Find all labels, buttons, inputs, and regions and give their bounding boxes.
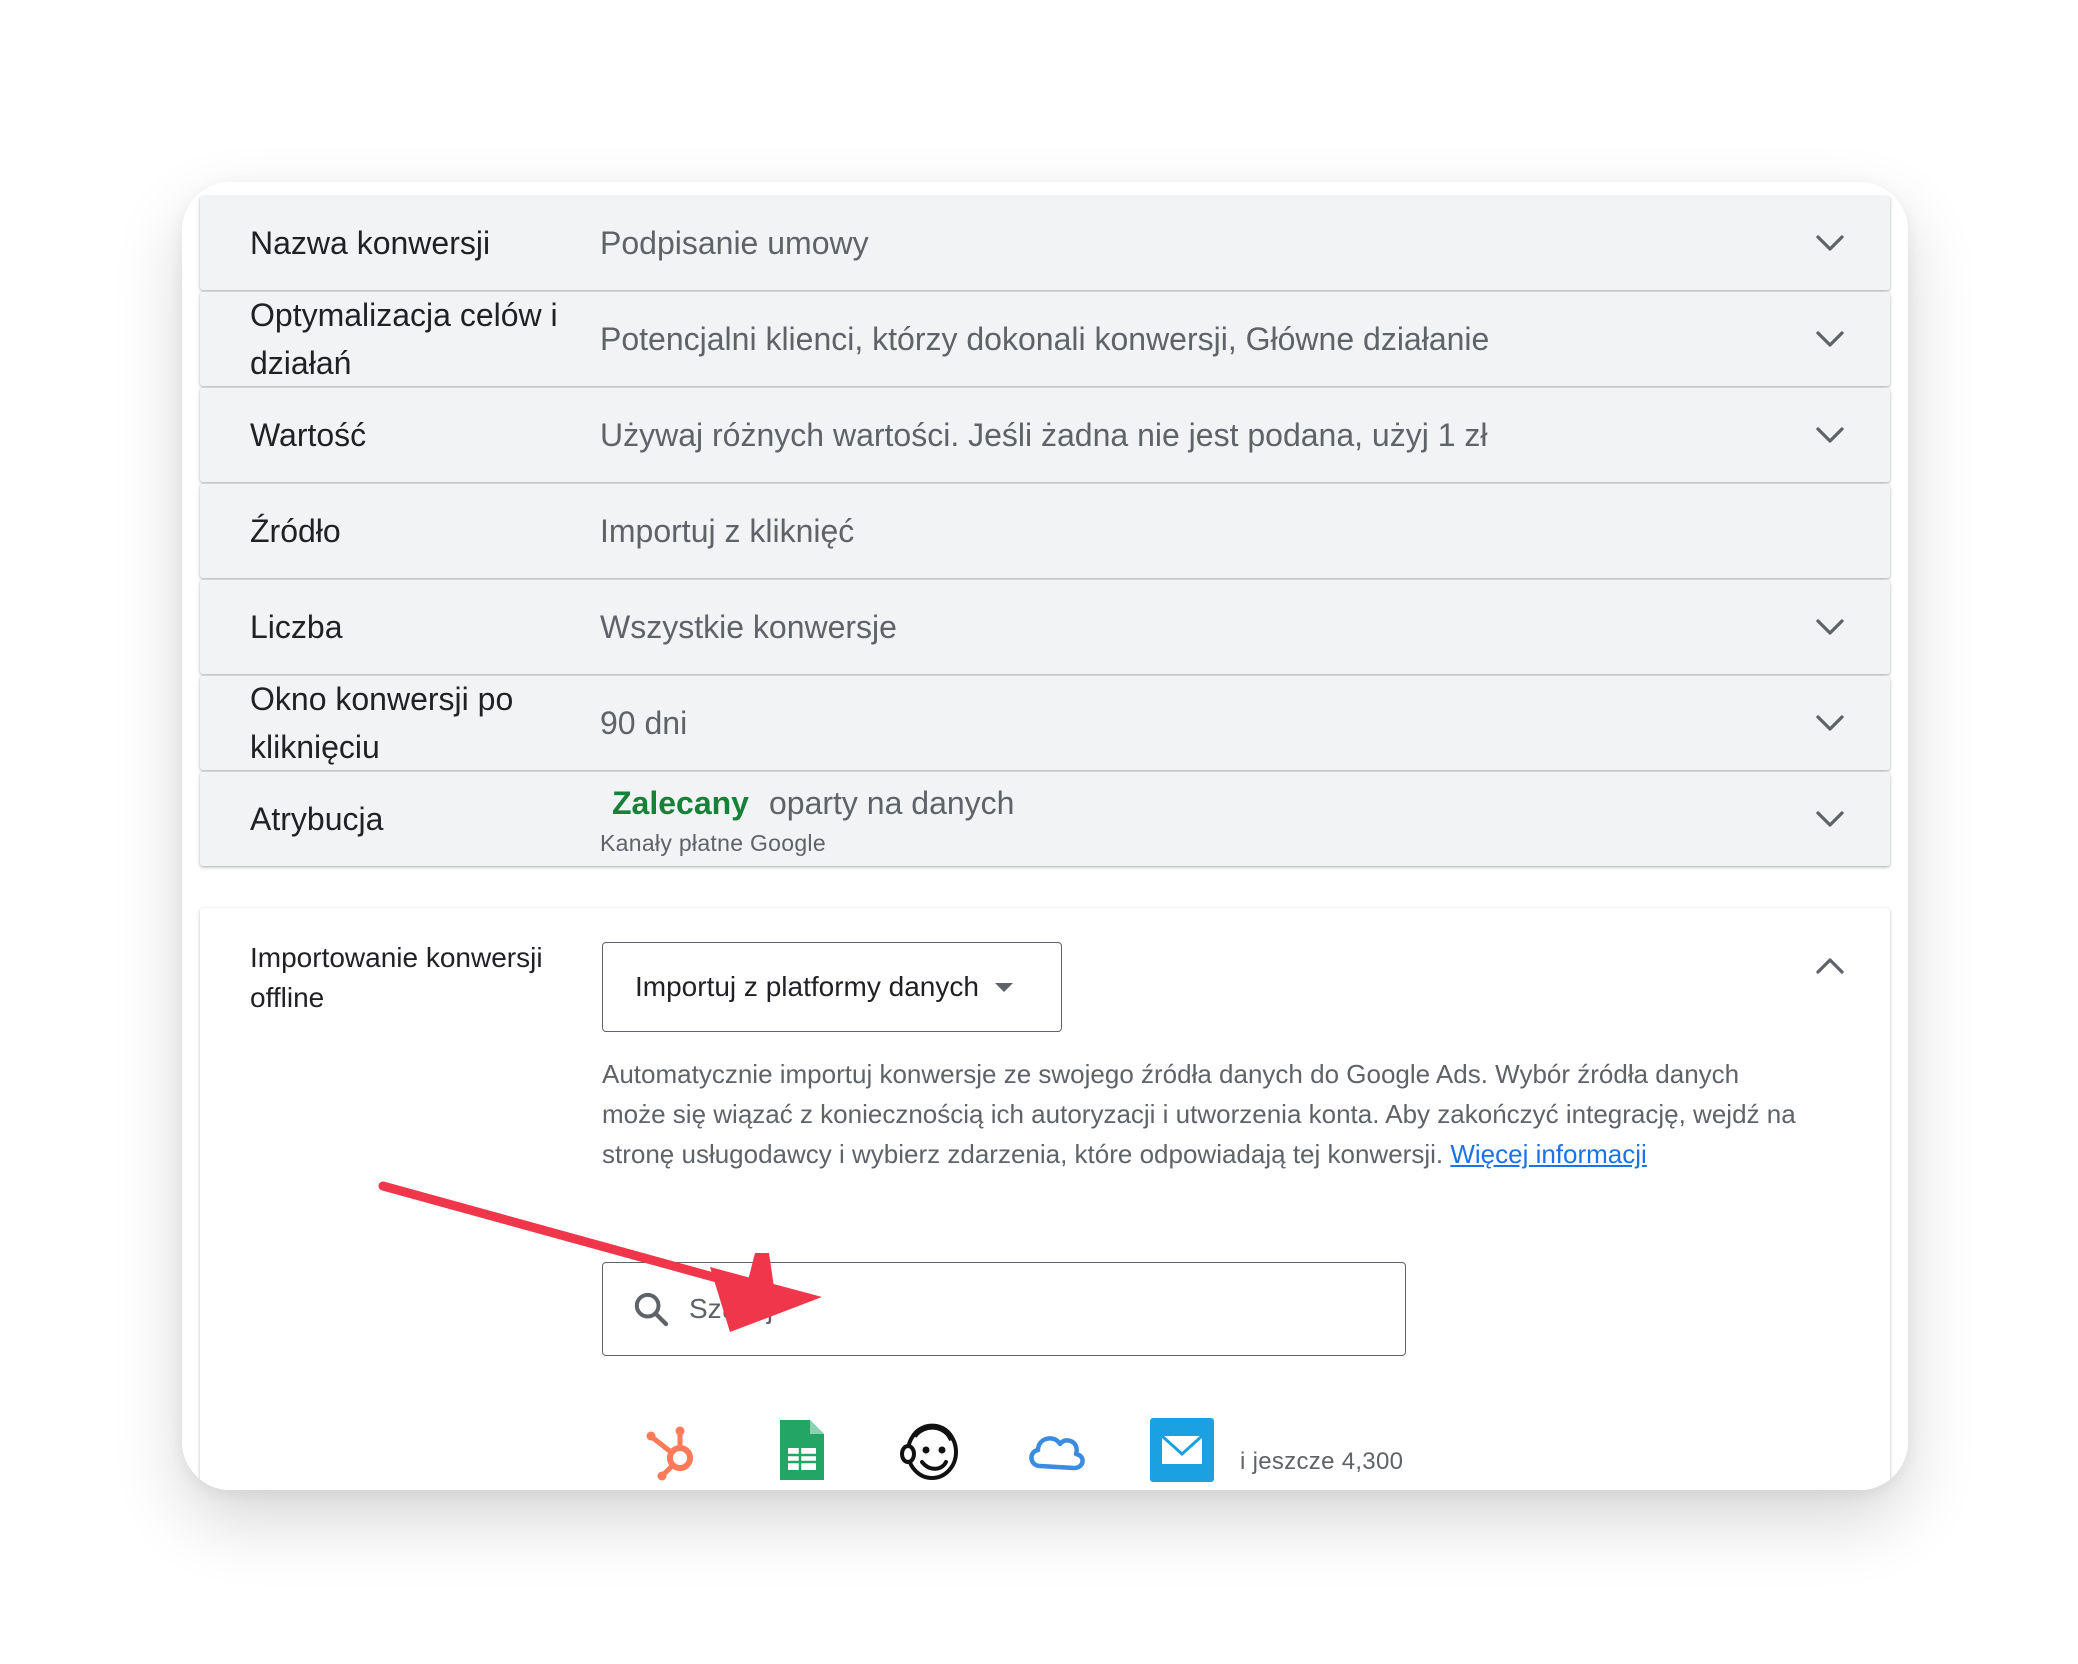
row-value: Importuj z kliknięć <box>600 512 855 549</box>
row-value: Wszystkie konwersje <box>600 608 897 645</box>
more-integrations-text: i jeszcze 4,300 <box>1240 1448 1404 1475</box>
chevron-down-icon[interactable] <box>1812 225 1848 261</box>
row-count[interactable]: Liczba Wszystkie konwersje <box>200 580 1890 674</box>
chevron-down-icon[interactable] <box>1812 705 1848 741</box>
row-value: Podpisanie umowy <box>600 224 869 261</box>
search-input[interactable] <box>687 1277 1381 1341</box>
chevron-up-icon[interactable] <box>1812 948 1848 984</box>
offline-import-label: Importowanie konwersji offline <box>250 942 543 1013</box>
data-source-dropdown[interactable]: Importuj z platformy danych <box>602 942 1062 1032</box>
row-attribution[interactable]: Atrybucja Zalecany oparty na danych Kana… <box>200 772 1890 866</box>
dropdown-value: Importuj z platformy danych <box>635 971 979 1002</box>
google-sheets-logo[interactable] <box>766 1416 834 1484</box>
row-goal-optimization[interactable]: Optymalizacja celów i działań Potencjaln… <box>200 292 1890 386</box>
conversion-settings-card: Nazwa konwersji Podpisanie umowy Optymal… <box>182 182 1908 1490</box>
row-click-through-window[interactable]: Okno konwersji po kliknięciu 90 dni <box>200 676 1890 770</box>
attribution-subtext: Kanały płatne Google <box>600 830 826 856</box>
row-label: Liczba <box>250 609 343 645</box>
mailchimp-logo[interactable] <box>896 1416 964 1484</box>
row-value: Używaj różnych wartości. Jeśli żadna nie… <box>600 416 1488 453</box>
search-icon <box>634 1292 669 1327</box>
chevron-down-icon[interactable] <box>1812 609 1848 645</box>
row-value: Potencjalni klienci, którzy dokonali kon… <box>600 320 1490 357</box>
row-value: 90 dni <box>600 704 688 741</box>
dropdown-caret-icon <box>994 982 1013 992</box>
attribution-model: oparty na danych <box>768 784 1015 821</box>
search-box[interactable] <box>602 1262 1406 1356</box>
row-label: Atrybucja <box>250 801 384 837</box>
email-logo[interactable] <box>1148 1416 1216 1484</box>
row-value-setting[interactable]: Wartość Używaj różnych wartości. Jeśli ż… <box>200 388 1890 482</box>
chevron-down-icon[interactable] <box>1812 801 1848 837</box>
row-conversion-name[interactable]: Nazwa konwersji Podpisanie umowy <box>200 196 1890 290</box>
learn-more-link[interactable]: Więcej informacji <box>1450 1139 1647 1169</box>
row-source: Źródło Importuj z kliknięć <box>200 484 1890 578</box>
row-label: Wartość <box>250 417 367 453</box>
chevron-down-icon[interactable] <box>1812 321 1848 357</box>
row-label: Optymalizacja celów i działań <box>250 297 558 381</box>
row-label: Nazwa konwersji <box>250 225 491 261</box>
row-label: Źródło <box>250 513 341 549</box>
attribution-value: Zalecany oparty na danych Kanały płatne … <box>600 778 1770 857</box>
offline-import-panel: Importowanie konwersji offline Importuj … <box>200 908 1890 1490</box>
row-label: Okno konwersji po kliknięciu <box>250 681 514 765</box>
recommended-badge: Zalecany <box>612 784 749 821</box>
import-description: Automatycznie importuj konwersje ze swoj… <box>602 1054 1802 1174</box>
cloud-logo[interactable] <box>1022 1416 1090 1484</box>
chevron-down-icon[interactable] <box>1812 417 1848 453</box>
hubspot-logo[interactable] <box>640 1416 708 1484</box>
